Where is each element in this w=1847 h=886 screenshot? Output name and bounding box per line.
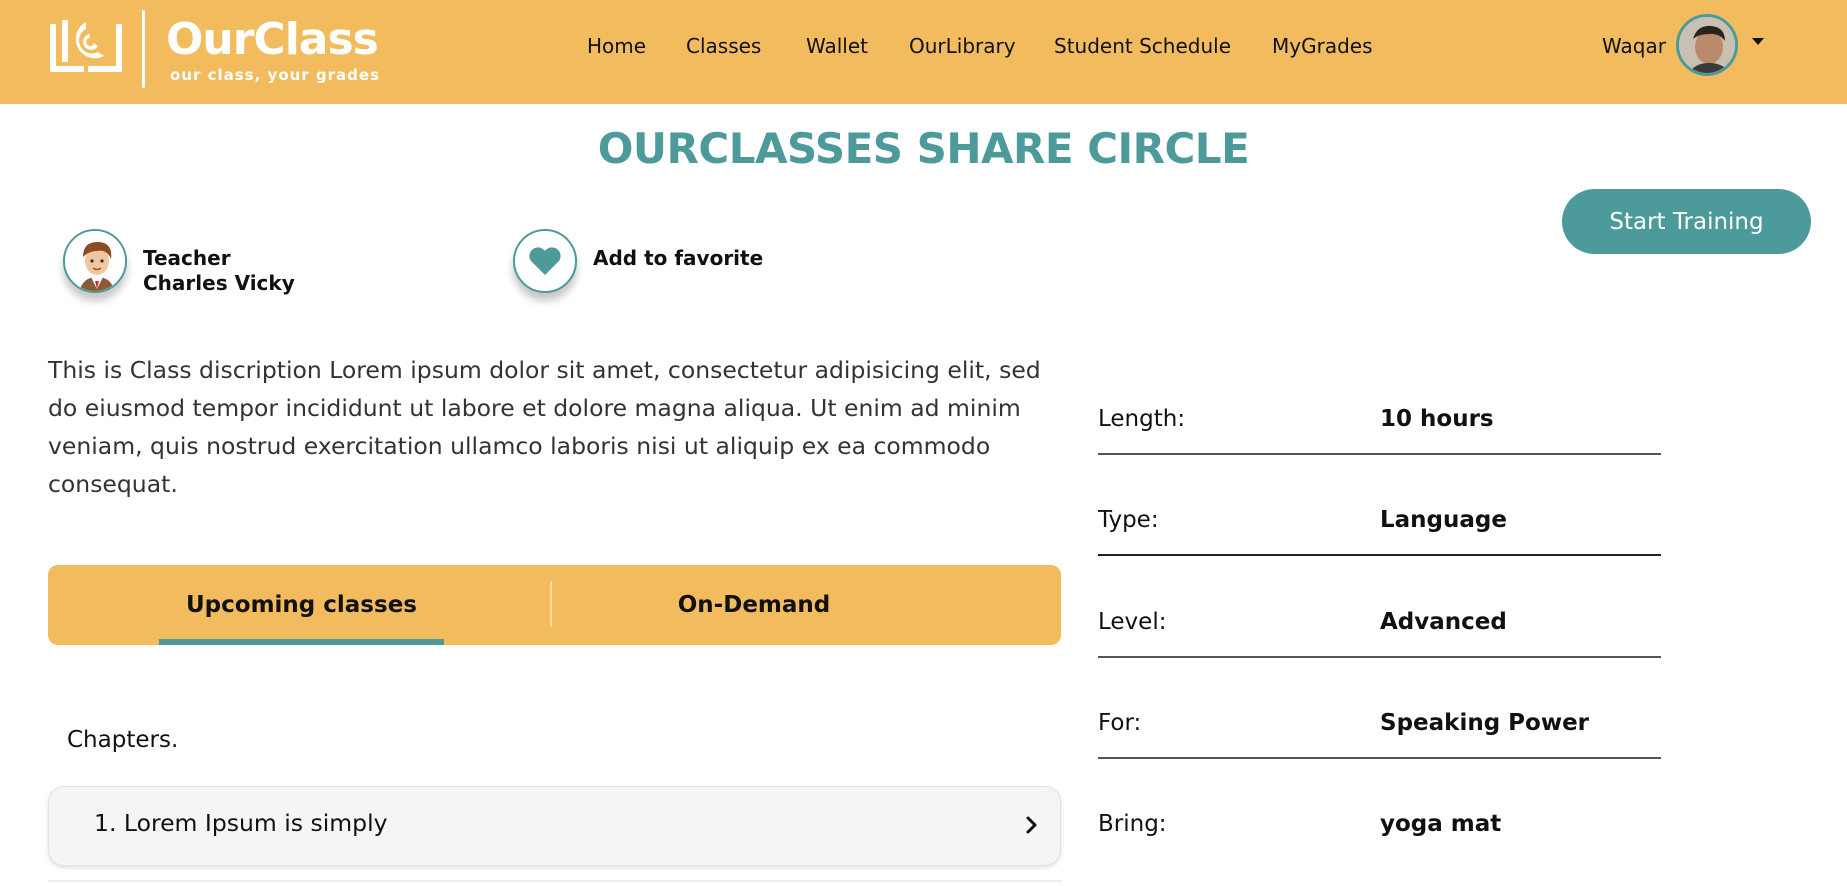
user-avatar-icon (1679, 17, 1735, 73)
detail-divider (1098, 554, 1661, 556)
detail-divider (1098, 656, 1661, 658)
avatar[interactable] (1676, 14, 1738, 76)
chapter-item[interactable]: 1. Lorem Ipsum is simply (48, 786, 1061, 866)
detail-label: For: (1098, 710, 1142, 736)
detail-divider (1098, 757, 1661, 759)
tab-divider (550, 581, 552, 627)
class-tabs: Upcoming classes On-Demand (48, 565, 1061, 645)
teacher-role: Teacher (143, 246, 231, 270)
brand-name: OurClass (166, 14, 379, 65)
detail-row-bring: Bring: yoga mat (1098, 811, 1661, 871)
top-navbar: OurClass our class, your grades Home Cla… (0, 0, 1847, 104)
detail-value: Language (1380, 507, 1507, 533)
nav-ourlibrary[interactable]: OurLibrary (909, 34, 1016, 58)
heart-icon (529, 247, 561, 275)
detail-row-level: Level: Advanced (1098, 609, 1661, 669)
tab-upcoming-classes[interactable]: Upcoming classes (159, 565, 444, 645)
book-logo-icon (50, 20, 122, 72)
detail-row-length: Length: 10 hours (1098, 406, 1661, 466)
chapters-heading: Chapters. (67, 727, 179, 753)
detail-value: yoga mat (1380, 811, 1502, 837)
teacher-name: Charles Vicky (143, 271, 295, 295)
brand-logo[interactable]: OurClass our class, your grades (46, 10, 406, 90)
detail-value: 10 hours (1380, 406, 1494, 432)
class-description: This is Class discription Lorem ipsum do… (48, 356, 1041, 498)
teacher-avatar-icon (65, 231, 125, 291)
page-title: OURCLASSES SHARE CIRCLE (597, 124, 1250, 173)
detail-value: Speaking Power (1380, 710, 1590, 736)
chevron-right-icon (1026, 816, 1037, 834)
brand-tagline: our class, your grades (170, 66, 381, 84)
detail-label: Level: (1098, 609, 1167, 635)
user-name: Waqar (1602, 34, 1666, 58)
caret-down-icon[interactable] (1752, 38, 1764, 45)
detail-row-type: Type: Language (1098, 507, 1661, 567)
add-favorite-label[interactable]: Add to favorite (593, 246, 763, 270)
teacher-avatar (63, 229, 127, 293)
nav-wallet[interactable]: Wallet (806, 34, 868, 58)
detail-label: Bring: (1098, 811, 1167, 837)
detail-label: Type: (1098, 507, 1159, 533)
chapter-title: 1. Lorem Ipsum is simply (94, 809, 388, 837)
detail-divider (1098, 453, 1661, 455)
user-menu[interactable]: Waqar (1600, 14, 1770, 78)
add-favorite-button[interactable] (513, 229, 577, 293)
detail-label: Length: (1098, 406, 1186, 432)
logo-divider (142, 10, 145, 88)
nav-classes[interactable]: Classes (686, 34, 761, 58)
tab-on-demand[interactable]: On-Demand (554, 565, 954, 645)
nav-student-schedule[interactable]: Student Schedule (1054, 34, 1231, 58)
nav-mygrades[interactable]: MyGrades (1272, 34, 1373, 58)
start-training-button[interactable]: Start Training (1562, 189, 1811, 254)
divider (48, 880, 1061, 882)
active-tab-indicator (159, 639, 444, 645)
detail-value: Advanced (1380, 609, 1507, 635)
nav-home[interactable]: Home (587, 34, 646, 58)
detail-row-for: For: Speaking Power (1098, 710, 1661, 770)
